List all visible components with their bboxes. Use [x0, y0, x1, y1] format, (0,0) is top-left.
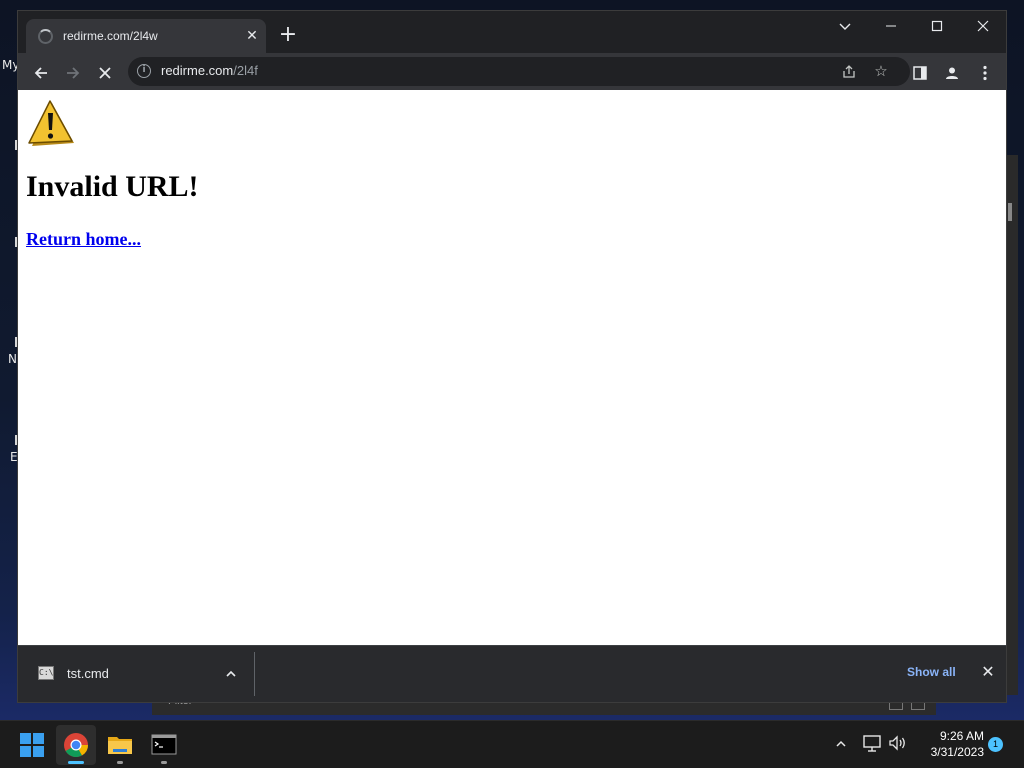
page-content: Invalid URL! Return home...	[18, 90, 1006, 645]
share-icon[interactable]	[837, 59, 861, 83]
download-separator	[254, 652, 255, 696]
maximize-button[interactable]	[914, 11, 960, 41]
forward-button[interactable]	[59, 58, 87, 86]
url-path: /2l4f	[233, 63, 258, 78]
address-bar[interactable]: i redirme.com/2l4f ☆	[128, 57, 910, 86]
url-domain: redirme.com	[161, 63, 234, 78]
background-window-edge	[1006, 155, 1018, 695]
clock-time: 9:26 AM	[939, 729, 984, 743]
close-window-button[interactable]	[960, 11, 1006, 41]
file-explorer-icon	[108, 737, 132, 754]
taskbar-clock[interactable]: 9:26 AM 3/31/2023	[912, 728, 984, 760]
active-app-indicator	[68, 761, 84, 764]
menu-icon[interactable]	[971, 58, 999, 86]
chrome-window: redirme.com/2l4w ✕ + i redirme.com/2l4f	[17, 10, 1007, 703]
start-button[interactable]	[12, 725, 52, 765]
start-icon	[20, 733, 44, 757]
show-hidden-icons-chevron-icon[interactable]	[831, 733, 851, 753]
return-home-link[interactable]: Return home...	[26, 229, 141, 250]
show-all-downloads-link[interactable]: Show all	[907, 665, 956, 679]
download-file-name: tst.cmd	[67, 666, 109, 681]
download-item[interactable]: C:\ tst.cmd	[18, 646, 254, 703]
bookmark-star-icon[interactable]: ☆	[869, 59, 893, 83]
taskbar: 9:26 AM 3/31/2023 1	[0, 720, 1024, 768]
tab-title: redirme.com/2l4w	[63, 29, 158, 43]
stop-loading-button[interactable]	[91, 58, 119, 86]
notification-badge[interactable]: 1	[988, 737, 1003, 752]
back-button[interactable]	[27, 58, 55, 86]
browser-tab[interactable]: redirme.com/2l4w ✕	[26, 19, 266, 53]
close-downloads-bar-icon[interactable]: ✕	[978, 662, 998, 682]
download-options-chevron-icon[interactable]	[222, 664, 240, 682]
url-text[interactable]: redirme.com/2l4f	[161, 63, 258, 78]
network-icon[interactable]	[862, 733, 884, 755]
desktop-icon-label[interactable]: N	[8, 352, 17, 366]
page-title: Invalid URL!	[26, 170, 199, 203]
side-panel-icon[interactable]	[906, 58, 934, 86]
new-tab-button[interactable]: +	[276, 24, 300, 48]
profile-icon[interactable]	[938, 58, 966, 86]
background-window-scrollbar[interactable]	[1008, 203, 1012, 221]
loading-spinner-icon	[38, 29, 53, 44]
tab-strip: redirme.com/2l4w ✕ +	[18, 11, 1006, 53]
clock-date: 3/31/2023	[930, 745, 984, 759]
downloads-bar: C:\ tst.cmd Show all ✕	[18, 645, 1006, 702]
volume-icon[interactable]	[887, 733, 909, 755]
open-app-indicator	[117, 761, 123, 764]
taskbar-terminal[interactable]	[144, 725, 184, 765]
taskbar-chrome[interactable]	[56, 725, 96, 765]
site-info-icon[interactable]: i	[137, 64, 151, 78]
warning-sign-icon	[28, 100, 74, 146]
browser-toolbar: i redirme.com/2l4f ☆	[18, 53, 1006, 90]
terminal-icon	[151, 734, 177, 755]
minimize-button[interactable]	[868, 11, 914, 41]
chrome-icon	[64, 733, 88, 758]
cmd-file-icon: C:\	[38, 666, 54, 680]
taskbar-file-explorer[interactable]	[100, 725, 140, 765]
open-app-indicator	[161, 761, 167, 764]
tab-close-icon[interactable]: ✕	[242, 26, 262, 46]
tab-search-chevron-icon[interactable]	[822, 11, 868, 41]
